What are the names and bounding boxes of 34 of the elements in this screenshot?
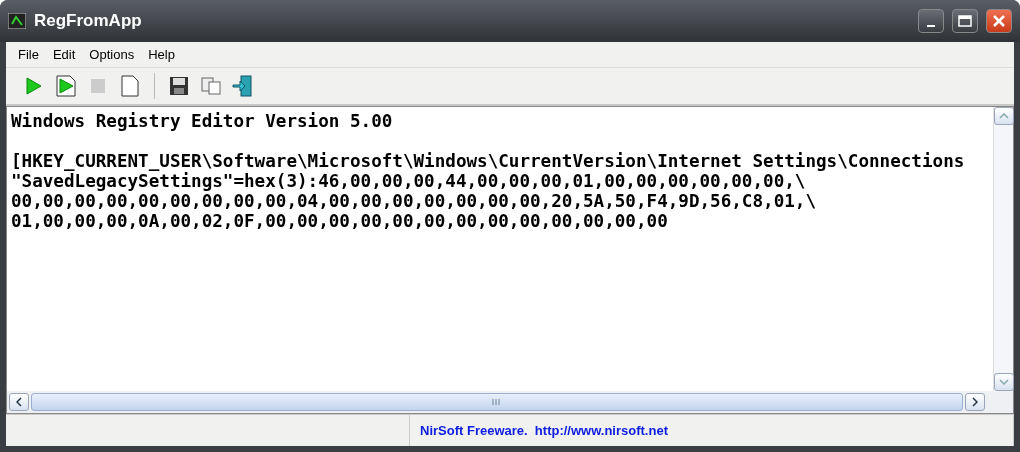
close-button[interactable] [986,9,1012,33]
maximize-icon [958,15,972,27]
toolbar-button[interactable] [231,74,255,98]
menu-item[interactable]: File [12,45,45,64]
minimize-icon [927,25,935,27]
menu-item[interactable]: Help [142,45,181,64]
toolbar-button[interactable] [167,74,191,98]
horizontal-scrollbar[interactable] [7,391,1013,413]
grip-icon [492,399,502,405]
scroll-down-button[interactable] [994,373,1014,391]
page-icon [121,75,139,97]
scroll-right-button[interactable] [965,393,985,411]
registry-text: Windows Registry Editor Version 5.00 [HKEY_CURRENT_USER\Software\Microsoft\Windows\CurrentVersion\Internet Settings\Connections "SavedLegacySettings"=hex(3):46,00,00,00,44,00,00,00,01,00,00,00,00,00,00,\ 00,00,00,00,00,00,00,00,00,04,00,00,00,00,00,00,00,20,5A,50,F4,9D,56,C8,01,\ 01,00,00,00,0A,00,02,0F,00,00,00,00,00,00,00,00,00,00,00,00,00 [10,110,966,233]
stop-icon [90,78,106,94]
chevron-up-icon [999,113,1009,119]
scroll-up-button[interactable] [994,107,1014,125]
maximize-button[interactable] [952,9,978,33]
page-play-icon [56,75,76,97]
close-icon [992,14,1006,28]
scroll-thumb[interactable] [31,393,963,411]
app-icon [8,13,26,29]
scroll-left-button[interactable] [9,393,29,411]
minimize-button[interactable] [918,9,944,33]
play-icon [26,77,42,95]
exit-door-icon [232,75,254,97]
menu-item[interactable]: Edit [46,45,82,64]
chevron-right-icon [972,397,978,407]
vertical-scrollbar[interactable] [993,107,1013,391]
menu-item[interactable]: Options [83,45,141,64]
chevron-left-icon [16,397,22,407]
chevron-down-icon [999,379,1009,385]
window-title: RegFromApp [34,11,143,31]
status-text: NirSoft Freeware. http://www.nirsoft.net [410,415,1014,446]
copy-icon [201,77,221,95]
